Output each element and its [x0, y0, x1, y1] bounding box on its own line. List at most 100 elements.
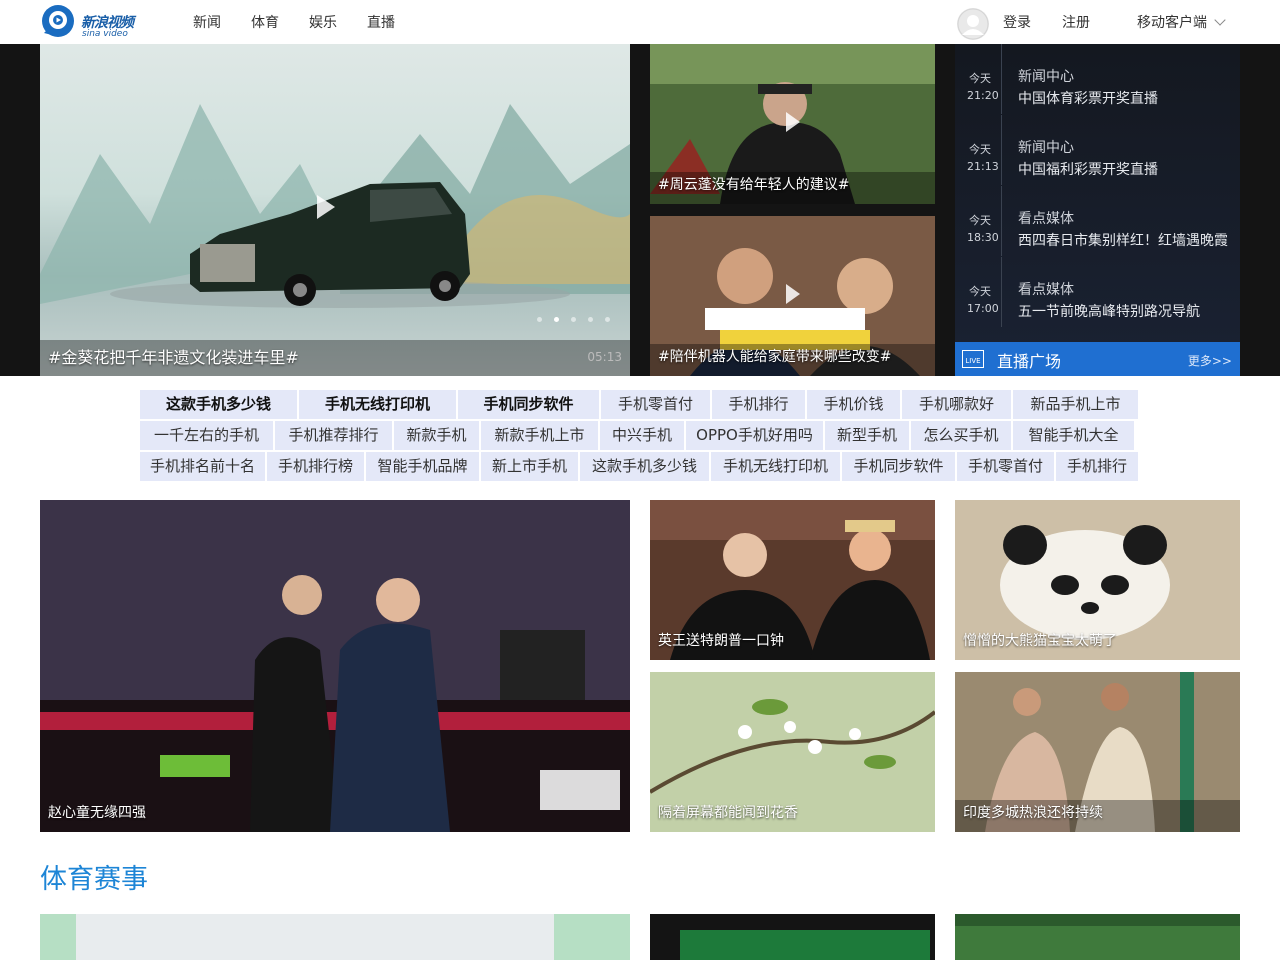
user-silhouette-icon — [957, 8, 989, 40]
hero-side-title-1: #周云蓬没有给年轻人的建议# — [658, 177, 850, 193]
keyword-tag[interactable]: 新款手机 — [394, 421, 479, 450]
live-tv-icon: LIVE — [962, 350, 984, 368]
hero-section: #金葵花把千年非遗文化装进车里# 05:13 #周云蓬没有给年轻人的建议# #陪… — [0, 44, 1280, 376]
video-title: 赵心童无缘四强 — [48, 805, 146, 821]
keyword-tag[interactable]: 手机无线打印机 — [299, 390, 456, 419]
live-time: 今天 18:30 — [967, 214, 999, 244]
keyword-tag[interactable]: 手机同步软件 — [842, 452, 955, 481]
keyword-tag[interactable]: 手机排行 — [1056, 452, 1138, 481]
thumbnail-decoration — [955, 914, 1240, 926]
keyword-tag[interactable]: 手机同步软件 — [458, 390, 599, 419]
keyword-tag[interactable]: 中兴手机 — [600, 421, 684, 450]
thumbnail-decoration — [554, 914, 630, 960]
live-time: 今天 21:13 — [967, 143, 999, 173]
play-icon — [786, 284, 800, 304]
nav-news[interactable]: 新闻 — [193, 12, 251, 32]
hero-main-thumbnail — [40, 104, 630, 376]
tag-row-2: 一千左右的手机 手机推荐排行 新款手机 新款手机上市 中兴手机 OPPO手机好用… — [140, 421, 1136, 450]
hero-side-title-2: #陪伴机器人能给家庭带来哪些改变# — [658, 349, 892, 365]
timeline-line — [1001, 186, 1002, 256]
keyword-tag[interactable]: 手机排行榜 — [267, 452, 364, 481]
keyword-tag[interactable]: 手机排行 — [712, 390, 805, 419]
nav-entertainment[interactable]: 娱乐 — [309, 12, 367, 32]
keyword-tag[interactable]: 新款手机上市 — [481, 421, 598, 450]
video-card[interactable]: 隔着屏幕都能闻到花香 — [650, 672, 935, 832]
video-card[interactable]: 英王送特朗普一口钟 — [650, 500, 935, 660]
video-card[interactable]: 印度多城热浪还将持续 — [955, 672, 1240, 832]
chevron-down-icon[interactable] — [1214, 14, 1226, 26]
video-title: 英王送特朗普一口钟 — [658, 633, 784, 649]
live-title: 五一节前晚高峰特别路况导航 — [1018, 304, 1200, 320]
sports-video-card[interactable] — [40, 914, 630, 960]
sports-video-card[interactable] — [955, 914, 1240, 960]
live-more-link[interactable]: 更多>> — [1188, 352, 1232, 369]
tag-row-3: 手机排名前十名 手机排行榜 智能手机品牌 新上市手机 这款手机多少钱 手机无线打… — [140, 452, 1140, 481]
live-schedule-item[interactable]: 今天 21:20 新闻中心 中国体育彩票开奖直播 — [955, 44, 1240, 114]
keyword-tag[interactable]: 手机无线打印机 — [711, 452, 840, 481]
mobile-client-link[interactable]: 移动客户端 — [1137, 12, 1207, 32]
logo-text-en: sina video — [82, 29, 128, 39]
keyword-tag[interactable]: 手机零首付 — [957, 452, 1054, 481]
keyword-tag[interactable]: 一千左右的手机 — [140, 421, 273, 450]
play-icon — [786, 112, 800, 132]
top-header: 新浪视频 sina video 新闻 体育 娱乐 直播 登录 注册 移动客户端 — [0, 0, 1280, 44]
timeline-line — [1001, 44, 1002, 114]
keyword-tag[interactable]: OPPO手机好用吗 — [686, 421, 823, 450]
nav-sports[interactable]: 体育 — [251, 12, 309, 32]
video-card-large[interactable]: 赵心童无缘四强 — [40, 500, 630, 832]
live-title: 西四春日市集别样红！红墙遇晚霞 — [1018, 233, 1228, 249]
carousel-dot[interactable] — [571, 317, 576, 322]
sina-eye-logo-icon — [42, 5, 74, 37]
live-source: 看点媒体 — [1018, 282, 1074, 298]
sina-video-logo[interactable]: 新浪视频 sina video — [40, 3, 140, 41]
live-source: 看点媒体 — [1018, 211, 1074, 227]
live-square-title: 直播广场 — [997, 352, 1062, 371]
hero-main-video[interactable]: #金葵花把千年非遗文化装进车里# 05:13 — [40, 44, 630, 376]
play-icon — [317, 195, 335, 219]
carousel-dots — [537, 317, 610, 322]
keyword-tag[interactable]: 手机哪款好 — [902, 390, 1011, 419]
register-link[interactable]: 注册 — [1062, 12, 1090, 32]
main-nav: 新闻 体育 娱乐 直播 — [193, 12, 425, 32]
user-avatar[interactable] — [957, 8, 989, 40]
nav-live[interactable]: 直播 — [367, 12, 425, 32]
live-time: 今天 17:00 — [967, 285, 999, 315]
live-schedule-item[interactable]: 今天 21:13 新闻中心 中国福利彩票开奖直播 — [955, 115, 1240, 185]
live-schedule-item[interactable]: 今天 18:30 看点媒体 西四春日市集别样红！红墙遇晚霞 — [955, 186, 1240, 256]
keyword-tag[interactable]: 新上市手机 — [481, 452, 578, 481]
carousel-dot[interactable] — [605, 317, 610, 322]
carousel-dot[interactable] — [588, 317, 593, 322]
live-schedule-panel: 今天 21:20 新闻中心 中国体育彩票开奖直播 今天 21:13 新闻中心 中国福… — [955, 44, 1240, 376]
keyword-tag[interactable]: 新品手机上市 — [1013, 390, 1138, 419]
thumbnail-snooker-table — [680, 930, 930, 960]
hero-side-video-2[interactable]: #陪伴机器人能给家庭带来哪些改变# — [650, 216, 935, 376]
video-thumbnail-snooker — [40, 500, 630, 832]
live-square-bar[interactable]: LIVE 直播广场 更多>> — [955, 342, 1240, 376]
keyword-tag[interactable]: 怎么买手机 — [911, 421, 1011, 450]
live-title: 中国福利彩票开奖直播 — [1018, 162, 1158, 178]
video-card[interactable]: 憎憎的大熊猫宝宝太萌了 — [955, 500, 1240, 660]
keyword-tag[interactable]: 智能手机大全 — [1013, 421, 1134, 450]
video-title: 隔着屏幕都能闻到花香 — [658, 805, 798, 821]
keyword-tag[interactable]: 手机价钱 — [807, 390, 900, 419]
video-title: 憎憎的大熊猫宝宝太萌了 — [963, 633, 1117, 649]
thumbnail-decoration — [40, 914, 76, 960]
sports-video-card[interactable] — [650, 914, 935, 960]
section-title-sports[interactable]: 体育赛事 — [40, 857, 148, 896]
keyword-tag[interactable]: 手机零首付 — [601, 390, 710, 419]
carousel-dot[interactable] — [537, 317, 542, 322]
hero-main-duration: 05:13 — [587, 350, 622, 364]
keyword-tag[interactable]: 手机推荐排行 — [275, 421, 392, 450]
carousel-dot-active[interactable] — [554, 317, 559, 322]
keyword-tag[interactable]: 智能手机品牌 — [366, 452, 479, 481]
keyword-tag[interactable]: 手机排名前十名 — [140, 452, 265, 481]
login-link[interactable]: 登录 — [1003, 12, 1031, 32]
keyword-tag[interactable]: 这款手机多少钱 — [140, 390, 297, 419]
keyword-tag[interactable]: 新型手机 — [825, 421, 909, 450]
hero-side-video-1[interactable]: #周云蓬没有给年轻人的建议# — [650, 44, 935, 204]
keyword-tag[interactable]: 这款手机多少钱 — [580, 452, 709, 481]
live-source: 新闻中心 — [1018, 69, 1074, 85]
live-title: 中国体育彩票开奖直播 — [1018, 91, 1158, 107]
live-schedule-item[interactable]: 今天 17:00 看点媒体 五一节前晚高峰特别路况导航 — [955, 257, 1240, 327]
video-title: 印度多城热浪还将持续 — [963, 805, 1103, 821]
